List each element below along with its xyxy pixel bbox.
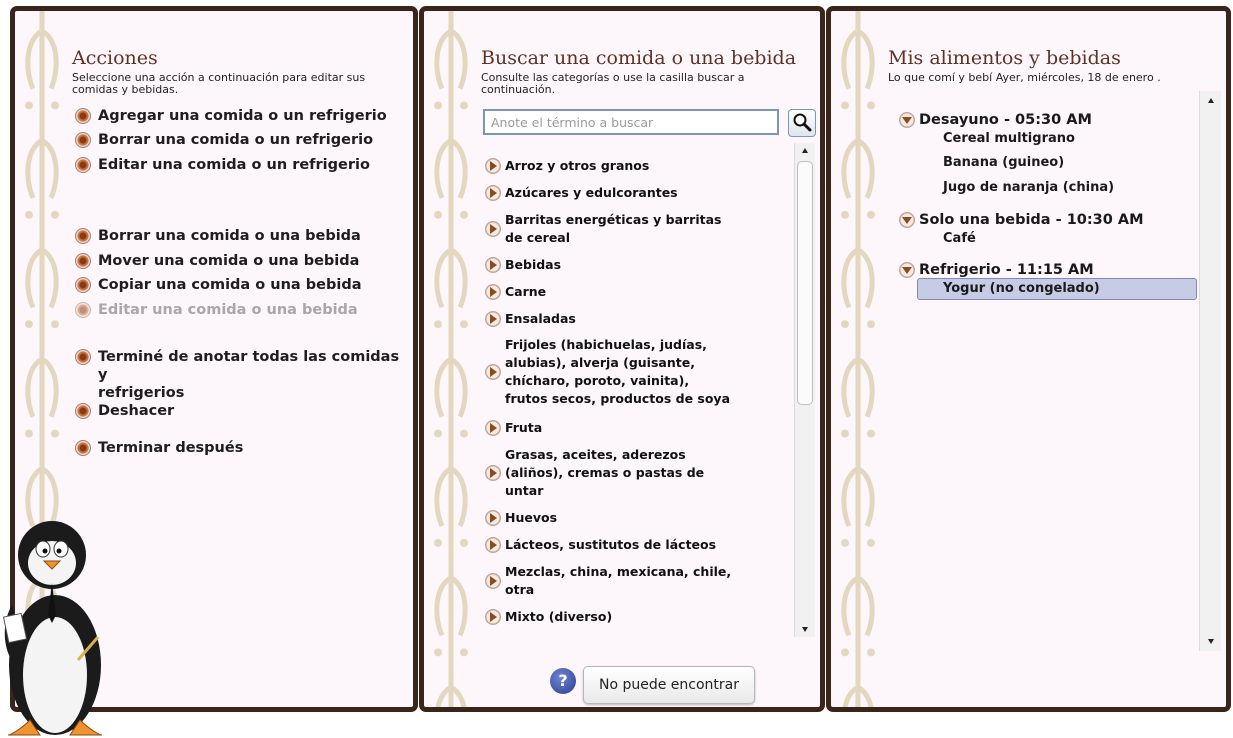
- category-item[interactable]: Lácteos, sustitutos de lácteos: [485, 536, 735, 554]
- radio-bullet-icon: [75, 349, 91, 365]
- edit-meal-action[interactable]: Editar una comida o un refrigerio: [75, 156, 370, 174]
- category-item[interactable]: Fruta: [485, 419, 735, 437]
- food-item[interactable]: Jugo de naranja (china): [943, 179, 1114, 197]
- delete-meal-action[interactable]: Borrar una comida o un refrigerio: [75, 131, 373, 149]
- category-item[interactable]: Arroz y otros granos: [485, 157, 735, 175]
- category-item[interactable]: Azúcares y edulcorantes: [485, 184, 735, 202]
- expand-arrow-icon: [485, 465, 501, 481]
- category-item[interactable]: Huevos: [485, 509, 735, 527]
- expand-arrow-icon: [485, 609, 501, 625]
- collapse-arrow-icon[interactable]: [899, 262, 915, 278]
- category-scrollbar[interactable]: [794, 143, 815, 637]
- penguin-mascot: [2, 521, 103, 736]
- category-item[interactable]: Bebidas: [485, 256, 735, 274]
- expand-arrow-icon: [485, 257, 501, 273]
- category-item[interactable]: Mezclas, china, mexicana, chile, otra: [485, 563, 735, 599]
- expand-arrow-icon: [485, 284, 501, 300]
- search-title: Buscar una comida o una bebida: [481, 47, 797, 69]
- expand-arrow-icon: [485, 573, 501, 589]
- meal-heading-breakfast[interactable]: Desayuno - 05:30 AM: [899, 111, 1092, 129]
- category-item[interactable]: Frijoles (habichuelas, judías, alubias), …: [485, 336, 735, 408]
- expand-arrow-icon: [485, 364, 501, 380]
- radio-bullet-icon: [75, 108, 91, 124]
- expand-arrow-icon: [485, 537, 501, 553]
- radio-bullet-icon: [75, 403, 91, 419]
- expand-arrow-icon: [485, 185, 501, 201]
- meal-heading-drink[interactable]: Solo una bebida - 10:30 AM: [899, 211, 1144, 229]
- category-item[interactable]: Mixto (diverso): [485, 608, 735, 626]
- radio-bullet-icon: [75, 228, 91, 244]
- search-subtitle: Consulte las categorías o use la casilla…: [481, 71, 745, 96]
- add-meal-action[interactable]: Agregar una comida o un refrigerio: [75, 107, 387, 125]
- expand-arrow-icon: [485, 510, 501, 526]
- radio-bullet-icon: [75, 277, 91, 293]
- category-item[interactable]: Grasas, aceites, aderezos (aliños), crema…: [485, 446, 735, 500]
- category-item[interactable]: Barritas energéticas y barritas de cereal: [485, 211, 735, 247]
- magnifier-icon: [793, 113, 812, 132]
- expand-arrow-icon: [485, 311, 501, 327]
- actions-title: Acciones: [72, 47, 158, 69]
- my-foods-subtitle: Lo que comí y bebí Ayer, miércoles, 18 d…: [888, 71, 1161, 84]
- radio-bullet-icon: [75, 253, 91, 269]
- decorative-border: [432, 11, 470, 707]
- food-item-selected[interactable]: Yogur (no congelado): [917, 278, 1197, 300]
- expand-arrow-icon: [485, 158, 501, 174]
- actions-subtitle: Seleccione una acción a continuación par…: [72, 71, 366, 96]
- collapse-arrow-icon[interactable]: [899, 112, 915, 128]
- category-item[interactable]: Carne: [485, 283, 735, 301]
- my-foods-title: Mis alimentos y bebidas: [888, 47, 1121, 69]
- collapse-arrow-icon[interactable]: [899, 212, 915, 228]
- radio-bullet-icon: [75, 157, 91, 173]
- edit-food-action: Editar una comida o una bebida: [75, 301, 358, 319]
- delete-food-action[interactable]: Borrar una comida o una bebida: [75, 227, 361, 245]
- food-item[interactable]: Banana (guineo): [943, 154, 1064, 172]
- finish-later-action[interactable]: Terminar después: [75, 439, 243, 457]
- meal-heading-snack[interactable]: Refrigerio - 11:15 AM: [899, 261, 1094, 279]
- food-item[interactable]: Café: [943, 230, 976, 248]
- meals-scrollbar[interactable]: [1199, 91, 1221, 651]
- search-button[interactable]: [788, 109, 816, 137]
- copy-food-action[interactable]: Copiar una comida o una bebida: [75, 276, 361, 294]
- category-item[interactable]: Ensaladas: [485, 310, 735, 328]
- search-input[interactable]: Anote el término a buscar: [483, 109, 779, 135]
- scroll-up-icon[interactable]: [802, 148, 808, 153]
- my-foods-panel: Mis alimentos y bebidas Lo que comí y be…: [826, 6, 1231, 712]
- scrollbar-thumb[interactable]: [797, 161, 813, 405]
- radio-bullet-icon: [75, 440, 91, 456]
- expand-arrow-icon: [485, 221, 501, 237]
- help-icon[interactable]: ?: [550, 668, 576, 694]
- scroll-down-icon[interactable]: [1207, 639, 1214, 644]
- decorative-border: [839, 11, 877, 707]
- radio-bullet-icon: [75, 302, 91, 318]
- scroll-up-icon[interactable]: [1207, 98, 1214, 103]
- expand-arrow-icon: [485, 420, 501, 436]
- move-food-action[interactable]: Mover una comida o una bebida: [75, 252, 359, 270]
- search-panel: Buscar una comida o una bebida Consulte …: [419, 6, 825, 712]
- scroll-down-icon[interactable]: [802, 627, 808, 632]
- radio-bullet-icon: [75, 132, 91, 148]
- food-item[interactable]: Cereal multigrano: [943, 130, 1075, 148]
- undo-action[interactable]: Deshacer: [75, 402, 174, 420]
- finish-logging-action[interactable]: Terminé de anotar todas las comidas y re…: [75, 348, 413, 402]
- cant-find-button[interactable]: No puede encontrar: [583, 666, 755, 704]
